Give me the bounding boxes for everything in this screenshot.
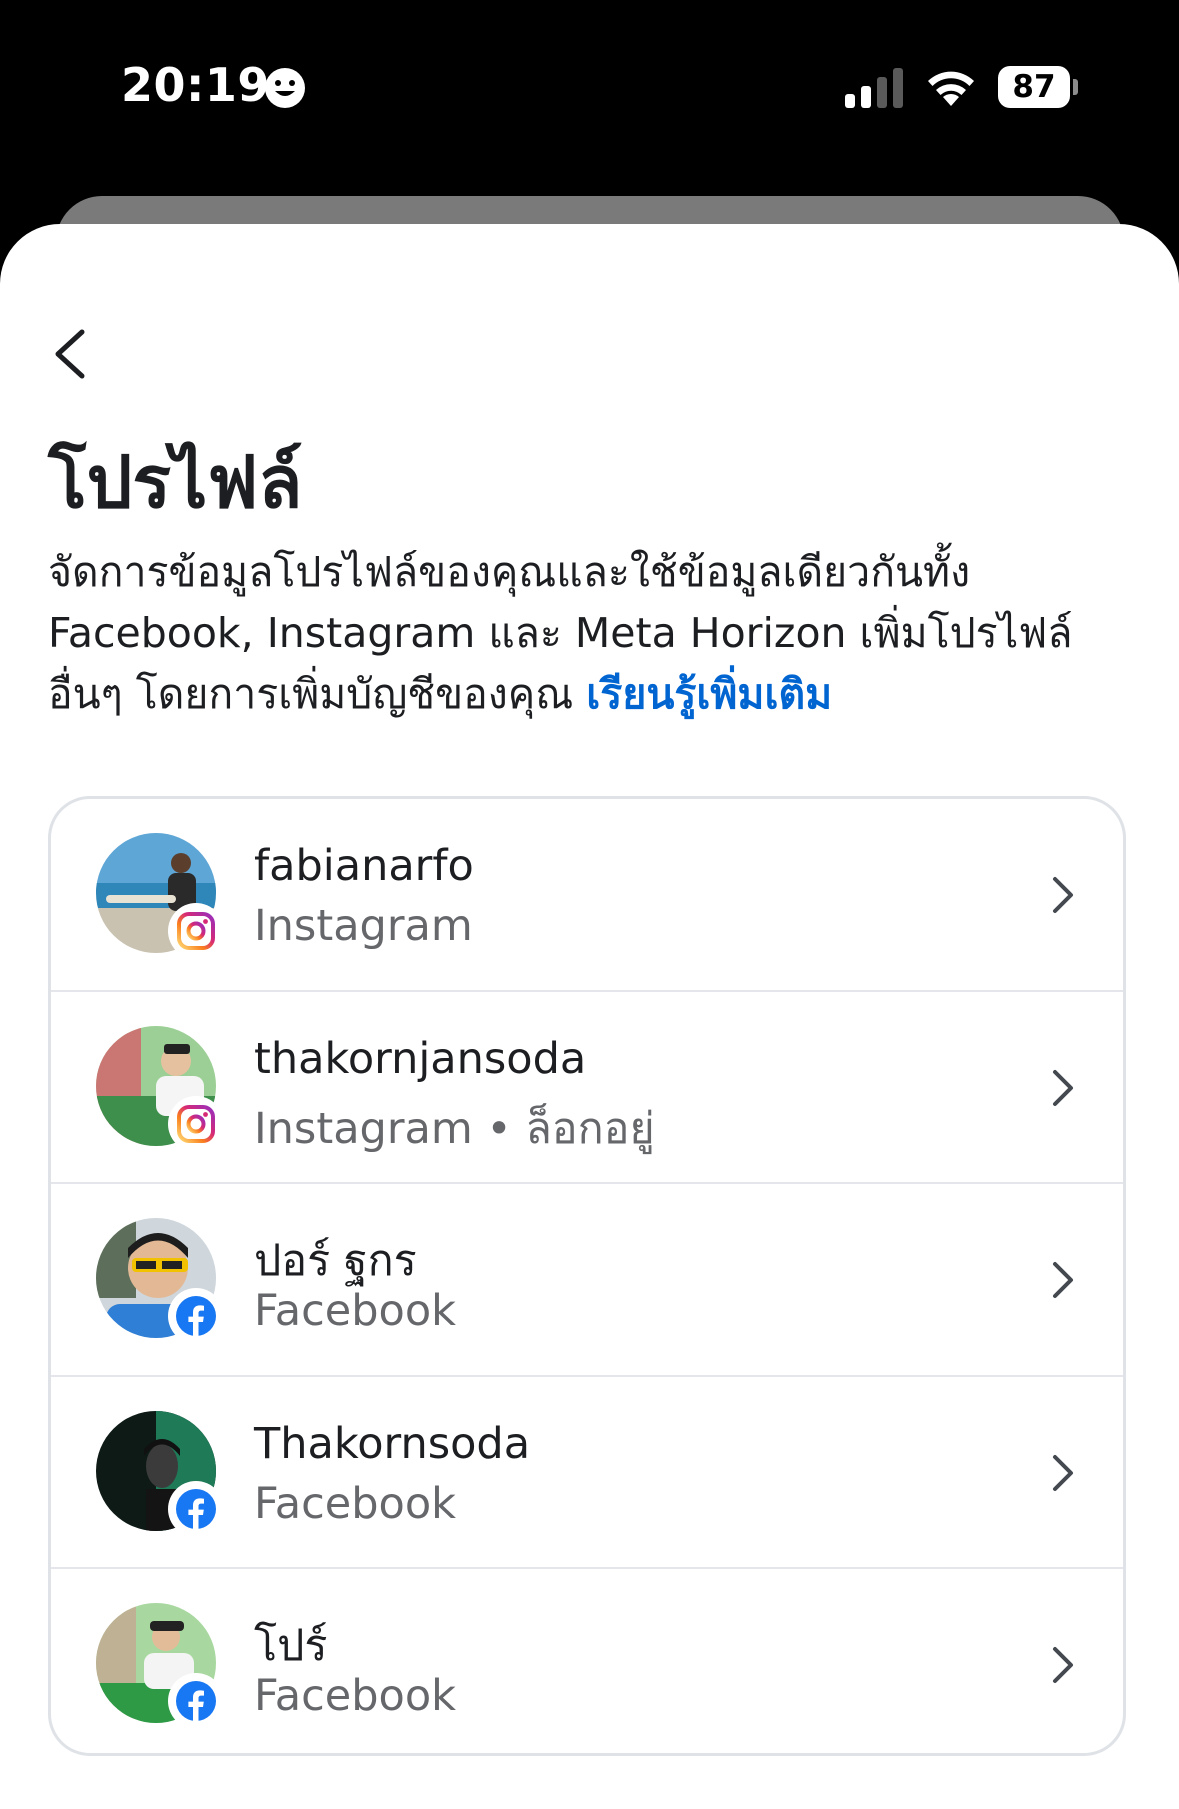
profile-platform: Facebook <box>254 1286 457 1337</box>
page-description: จัดการข้อมูลโปรไฟล์ของคุณและใช้ข้อมูลเดี… <box>48 542 1138 725</box>
profile-name: thakornjansoda <box>254 1033 587 1084</box>
facebook-icon <box>176 1296 216 1337</box>
facebook-icon <box>176 1488 216 1529</box>
page-title: โปรไฟล์ <box>48 440 303 524</box>
profiles-sheet: โปรไฟล์ จัดการข้อมูลโปรไฟล์ของคุณและใช้ข… <box>0 224 1179 1809</box>
profile-name: ปอร์ ฐกร <box>254 1236 417 1287</box>
clock: 20:19 <box>121 58 270 112</box>
learn-more-link[interactable]: เรียนรู้เพิ่มเติม <box>586 670 832 718</box>
battery-tip <box>1073 79 1078 95</box>
chevron-right-icon <box>1053 1647 1073 1684</box>
profile-row[interactable]: fabianarfo Instagram <box>51 799 1123 992</box>
status-bar: 20:19 87 <box>0 0 1179 195</box>
facebook-badge <box>168 1480 224 1537</box>
profile-row[interactable]: Thakornsoda Facebook <box>51 1377 1123 1570</box>
description-text: จัดการข้อมูลโปรไฟล์ของคุณและใช้ข้อมูลเดี… <box>48 548 1073 718</box>
profile-name: Thakornsoda <box>254 1418 531 1469</box>
battery-level: 87 <box>1012 69 1056 105</box>
back-arrow-icon[interactable] <box>44 324 104 384</box>
facebook-badge <box>168 1673 224 1730</box>
chevron-right-icon <box>1053 877 1073 913</box>
smiley-icon <box>265 68 305 108</box>
profile-platform: Facebook <box>254 1478 457 1529</box>
battery-indicator: 87 <box>998 66 1080 108</box>
profile-platform: Instagram • ล็อกอยู่ <box>254 1103 655 1154</box>
profile-name: โปร์ <box>254 1621 328 1672</box>
cellular-signal-icon <box>845 68 903 108</box>
instagram-badge <box>168 903 224 959</box>
chevron-right-icon <box>1053 1262 1073 1299</box>
wifi-icon <box>928 71 974 106</box>
profile-row[interactable]: thakornjansoda Instagram • ล็อกอยู่ <box>51 992 1123 1185</box>
chevron-right-icon <box>1053 1069 1073 1106</box>
profile-row[interactable]: ปอร์ ฐกร Facebook <box>51 1184 1123 1377</box>
facebook-badge <box>168 1288 224 1345</box>
profiles-list: fabianarfo Instagram thakornjansoda Inst… <box>48 796 1126 1756</box>
instagram-badge <box>168 1095 224 1152</box>
profile-platform: Instagram <box>254 901 473 951</box>
profile-row[interactable]: โปร์ Facebook <box>51 1569 1123 1753</box>
instagram-icon <box>177 1104 215 1143</box>
facebook-icon <box>176 1681 216 1722</box>
profile-name: fabianarfo <box>254 841 474 891</box>
profile-platform: Facebook <box>254 1671 457 1722</box>
instagram-icon <box>177 912 215 950</box>
chevron-right-icon <box>1053 1454 1073 1491</box>
